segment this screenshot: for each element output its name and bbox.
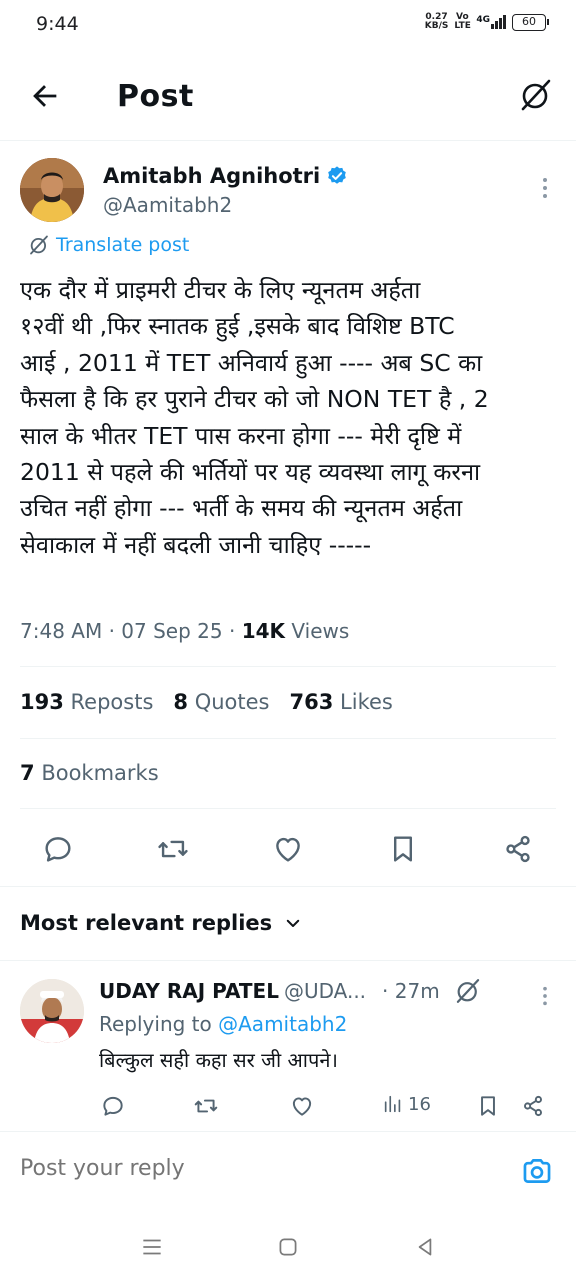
reply-button[interactable]: [41, 832, 75, 866]
battery-icon: 60: [512, 13, 549, 31]
author-avatar-image: [20, 158, 84, 222]
author-handle[interactable]: @Aamitabh2: [103, 193, 232, 217]
reply-avatar-image: [20, 979, 84, 1043]
nav-home-button[interactable]: [275, 1234, 301, 1260]
tweet-text: एक दौर में प्राइमरी टीचर के लिए न्यूनतम …: [20, 276, 489, 559]
grok-translate-icon: [30, 235, 48, 255]
divider: [20, 738, 556, 739]
divider: [0, 886, 576, 887]
more-vertical-icon: [543, 178, 547, 198]
like-icon: [292, 1097, 312, 1116]
tweet-author: Amitabh Agnihotri @Aamitabh2: [0, 150, 576, 230]
tweet-more-button[interactable]: [540, 176, 550, 200]
replying-to: Replying to @Aamitabh2: [99, 1012, 348, 1036]
reply-input[interactable]: [20, 1156, 480, 1181]
author-name-row[interactable]: Amitabh Agnihotri: [103, 164, 348, 188]
replies-sort-dropdown[interactable]: Most relevant replies: [20, 911, 302, 935]
reply-author-name[interactable]: UDAY RAJ PATEL: [99, 979, 279, 1003]
translate-post-link[interactable]: Translate post: [28, 234, 189, 256]
reply-author-handle[interactable]: @UDA...: [284, 979, 366, 1003]
page-title: Post: [117, 79, 194, 114]
replies-sort-label: Most relevant replies: [20, 911, 273, 935]
tweet-action-bar: [0, 828, 576, 872]
home-icon: [279, 1238, 297, 1256]
camera-button[interactable]: [520, 1154, 554, 1188]
reply-views-button[interactable]: 16: [382, 1093, 431, 1115]
reply-time: · 27m: [382, 979, 440, 1003]
reply-like-button[interactable]: [289, 1093, 315, 1119]
camera-icon: [523, 1159, 551, 1183]
analytics-icon: [384, 1095, 401, 1113]
menu-icon: [143, 1239, 161, 1255]
reply-icon: [103, 1096, 123, 1116]
quotes-stat[interactable]: 8 Quotes: [173, 690, 269, 714]
grok-icon: [521, 79, 551, 111]
bookmark-button[interactable]: [386, 832, 420, 866]
nav-menu-button[interactable]: [139, 1234, 165, 1260]
repost-icon: [158, 840, 188, 858]
author-name[interactable]: Amitabh Agnihotri: [103, 164, 320, 188]
bookmark-icon: [481, 1096, 495, 1116]
repost-button[interactable]: [156, 832, 190, 866]
grok-icon[interactable]: [454, 977, 482, 1005]
back-button[interactable]: [28, 79, 62, 113]
reply-more-button[interactable]: [540, 985, 550, 1007]
signal-icon: 4G: [476, 15, 506, 29]
reposts-stat[interactable]: 193 Reposts: [20, 690, 153, 714]
tweet-meta: 7:48 AM · 07 Sep 25 · 14K Views: [20, 619, 350, 643]
reply-action-bar: 16: [0, 1091, 576, 1121]
status-icons: 0.27 KB/S Vo LTE 4G 60: [424, 12, 549, 31]
bookmark-icon: [394, 836, 412, 862]
arrow-left-icon: [33, 85, 57, 107]
like-icon: [276, 837, 300, 862]
more-vertical-icon: [543, 986, 547, 1006]
system-nav-bar: [0, 1214, 576, 1280]
tweet-date: 07 Sep 25: [121, 619, 223, 643]
share-icon: [506, 835, 530, 863]
network-speed: 0.27 KB/S: [424, 12, 449, 31]
reply-share-button[interactable]: [520, 1093, 546, 1119]
replying-to-handle[interactable]: @Aamitabh2: [218, 1012, 347, 1036]
views-label: Views: [291, 619, 350, 643]
reply-text: बिल्कुल सही कहा सर जी आपने।: [99, 1048, 339, 1072]
views-count: 14K: [241, 619, 286, 643]
back-triangle-icon: [418, 1238, 432, 1256]
share-icon: [524, 1095, 542, 1117]
status-time: 9:44: [36, 13, 79, 35]
engagement-stats: 193 Reposts 8 Quotes 763 Likes: [20, 690, 393, 714]
bookmarks-stat[interactable]: 7 Bookmarks: [20, 761, 159, 785]
divider: [20, 808, 556, 809]
translate-label[interactable]: Translate post: [56, 234, 189, 256]
volte-icon: Vo LTE: [454, 12, 471, 31]
tweet-time: 7:48 AM: [20, 619, 103, 643]
reply-bookmark-button[interactable]: [475, 1093, 501, 1119]
likes-stat[interactable]: 763 Likes: [290, 690, 393, 714]
grok-button[interactable]: [518, 77, 554, 113]
share-button[interactable]: [501, 832, 535, 866]
reply-item[interactable]: UDAY RAJ PATEL @UDA... · 27m Replying to…: [0, 960, 576, 1130]
chevron-down-icon: [286, 919, 300, 927]
top-header: Post: [0, 55, 576, 141]
reply-avatar[interactable]: [20, 979, 84, 1043]
like-button[interactable]: [271, 832, 305, 866]
reply-icon: [45, 837, 71, 862]
nav-back-button[interactable]: [412, 1234, 438, 1260]
reply-reply-button[interactable]: [100, 1093, 126, 1119]
divider: [20, 666, 556, 667]
reply-composer: [0, 1131, 576, 1213]
author-avatar[interactable]: [20, 158, 84, 222]
reply-header: UDAY RAJ PATEL @UDA... · 27m: [99, 977, 482, 1005]
reply-views-count: 16: [408, 1093, 431, 1115]
reply-repost-button[interactable]: [193, 1093, 219, 1119]
status-bar: 9:44 0.27 KB/S Vo LTE 4G 60: [0, 0, 576, 50]
repost-icon: [194, 1099, 218, 1113]
verified-badge-icon: [328, 166, 347, 184]
